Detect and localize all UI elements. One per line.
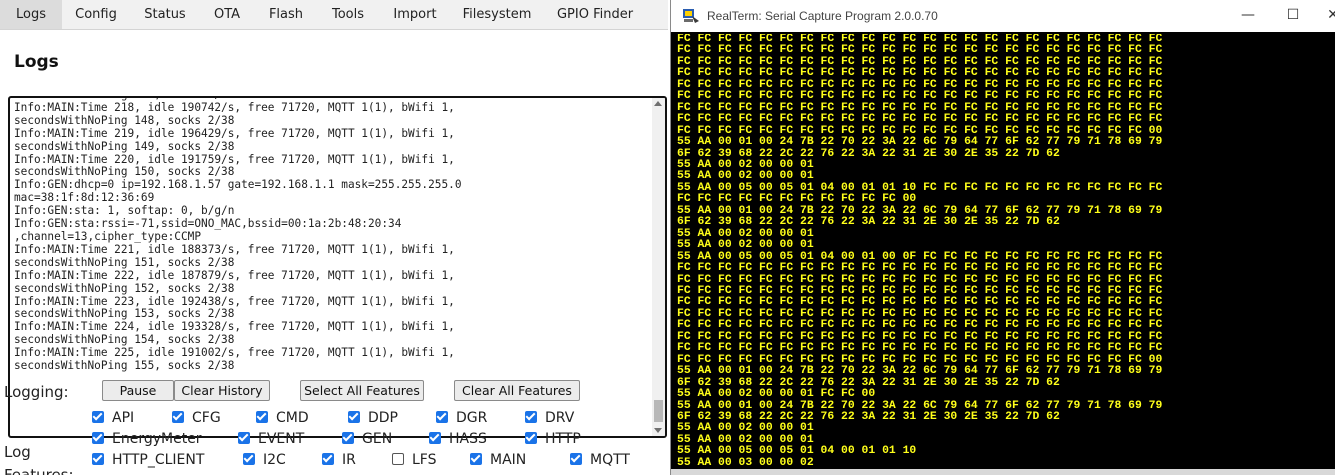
realterm-app-icon (683, 9, 699, 23)
checkbox-checked-icon[interactable] (238, 432, 250, 444)
log-text: secondsWithNoPing 147, socks 2/38 Info:M… (14, 98, 462, 373)
scroll-down-icon[interactable] (654, 428, 662, 433)
feature-label: DDP (368, 410, 399, 426)
feature-label: GEN (362, 431, 393, 447)
checkbox-checked-icon[interactable] (92, 453, 104, 465)
feature-gen[interactable]: GEN (342, 430, 392, 448)
feature-main[interactable]: MAIN (470, 451, 526, 469)
feature-cmd[interactable]: CMD (256, 409, 309, 427)
checkbox-checked-icon[interactable] (436, 411, 448, 423)
terminal-line: 55 AA 00 01 00 24 7B 22 70 22 3A 22 6C 7… (677, 136, 1163, 149)
feature-label: HTTP_CLIENT (112, 452, 205, 468)
terminal-line: 55 AA 00 02 00 00 01 (677, 239, 814, 252)
feature-label: IR (342, 452, 356, 468)
terminal-line: 6F 62 39 68 22 2C 22 76 22 3A 22 31 2E 3… (677, 216, 1060, 229)
feature-label: CMD (276, 410, 309, 426)
feature-http[interactable]: HTTP (525, 430, 581, 448)
feature-dgr[interactable]: DGR (436, 409, 487, 427)
tab-import[interactable]: Import (378, 0, 452, 29)
checkbox-checked-icon[interactable] (92, 432, 104, 444)
clear-history-button[interactable]: Clear History (174, 380, 270, 401)
feature-http-client[interactable]: HTTP_CLIENT (92, 451, 204, 469)
checkbox-checked-icon[interactable] (525, 411, 537, 423)
log-output[interactable]: secondsWithNoPing 147, socks 2/38 Info:M… (8, 96, 667, 438)
feature-label: EnergyMeter (112, 431, 202, 447)
terminal-line: 55 AA 00 03 00 00 02 (677, 456, 814, 466)
scroll-thumb[interactable] (654, 400, 663, 422)
terminal-output[interactable]: FC FC FC FC FC FC FC FC FC FC FC FC FC F… (677, 34, 1317, 466)
checkbox-checked-icon[interactable] (348, 411, 360, 423)
feature-drv[interactable]: DRV (525, 409, 574, 427)
feature-api[interactable]: API (92, 409, 134, 427)
tab-bar: Logs Config Status OTA Flash Tools Impor… (0, 0, 668, 30)
feature-label: DGR (456, 410, 488, 426)
tab-tools[interactable]: Tools (318, 0, 378, 29)
terminal-line: FC FC FC FC FC FC FC FC FC FC FC FC FC F… (677, 342, 1163, 355)
tab-gpio-finder[interactable]: GPIO Finder (542, 0, 648, 29)
web-panel: Logs Config Status OTA Flash Tools Impor… (0, 0, 668, 475)
window-titlebar[interactable]: RealTerm: Serial Capture Program 2.0.0.7… (671, 0, 1335, 32)
feature-mqtt[interactable]: MQTT (570, 451, 630, 469)
logging-label: Logging: (4, 383, 69, 401)
feature-label: EVENT (258, 431, 305, 447)
feature-label: MAIN (490, 452, 527, 468)
tab-logs[interactable]: Logs (0, 0, 62, 29)
checkbox-checked-icon[interactable] (470, 453, 482, 465)
checkbox-checked-icon[interactable] (256, 411, 268, 423)
tab-flash[interactable]: Flash (254, 0, 318, 29)
feature-label: I2C (263, 452, 286, 468)
checkbox-checked-icon[interactable] (525, 432, 537, 444)
feature-label: API (112, 410, 135, 426)
page-title: Logs (14, 52, 59, 72)
log-scrollbar[interactable] (652, 98, 665, 436)
minimize-icon[interactable]: — (1238, 6, 1258, 24)
realterm-window: RealTerm: Serial Capture Program 2.0.0.7… (670, 0, 1335, 475)
feature-energymeter[interactable]: EnergyMeter (92, 430, 202, 448)
feature-hass[interactable]: HASS (429, 430, 487, 448)
checkbox-unchecked-icon[interactable] (392, 453, 404, 465)
checkbox-checked-icon[interactable] (172, 411, 184, 423)
feature-label: DRV (545, 410, 575, 426)
terminal-line: FC FC FC FC FC FC FC FC FC FC FC FC FC F… (677, 113, 1163, 126)
feature-event[interactable]: EVENT (238, 430, 304, 448)
terminal-line: 55 AA 00 02 00 00 01 FC FC 00 (677, 388, 876, 401)
tab-status[interactable]: Status (130, 0, 200, 29)
feature-label: CFG (192, 410, 221, 426)
feature-ir[interactable]: IR (322, 451, 356, 469)
select-all-features-button[interactable]: Select All Features (300, 380, 424, 401)
feature-label: HASS (449, 431, 487, 447)
checkbox-checked-icon[interactable] (92, 411, 104, 423)
close-icon[interactable]: ✕ (1323, 6, 1335, 24)
feature-cfg[interactable]: CFG (172, 409, 221, 427)
checkbox-checked-icon[interactable] (342, 432, 354, 444)
window-bottom-edge (671, 469, 1335, 475)
checkbox-checked-icon[interactable] (322, 453, 334, 465)
checkbox-checked-icon[interactable] (429, 432, 441, 444)
checkbox-checked-icon[interactable] (243, 453, 255, 465)
feature-label: MQTT (590, 452, 630, 468)
feature-i2c[interactable]: I2C (243, 451, 286, 469)
feature-ddp[interactable]: DDP (348, 409, 398, 427)
tab-config[interactable]: Config (62, 0, 130, 29)
log-features-label: Log Features: (4, 443, 74, 475)
window-title: RealTerm: Serial Capture Program 2.0.0.7… (707, 9, 938, 23)
maximize-icon[interactable]: ☐ (1283, 6, 1303, 24)
pause-button[interactable]: Pause (102, 380, 174, 401)
terminal-line: 55 AA 00 01 00 24 7B 22 70 22 3A 22 6C 7… (677, 365, 1163, 378)
feature-label: HTTP (545, 431, 581, 447)
terminal-line: FC FC FC FC FC FC FC FC FC FC FC FC FC F… (677, 262, 1163, 275)
terminal-line: FC FC FC FC FC FC FC FC FC FC FC FC FC F… (677, 90, 1163, 103)
scroll-up-icon[interactable] (654, 101, 662, 106)
clear-all-features-button[interactable]: Clear All Features (454, 380, 580, 401)
feature-label: LFS (412, 452, 437, 468)
tab-filesystem[interactable]: Filesystem (452, 0, 542, 29)
feature-lfs[interactable]: LFS (392, 451, 437, 469)
tab-ota[interactable]: OTA (200, 0, 254, 29)
checkbox-checked-icon[interactable] (570, 453, 582, 465)
